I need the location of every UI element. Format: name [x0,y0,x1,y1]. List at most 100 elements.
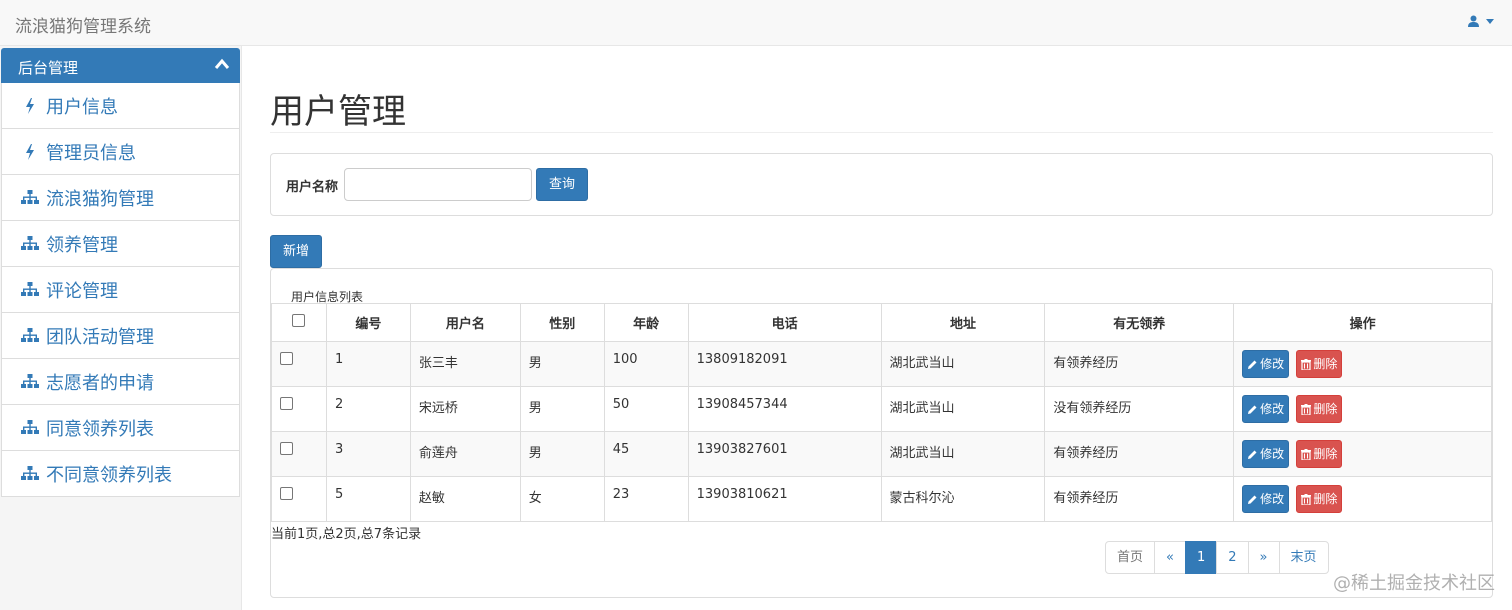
sitemap-icon [20,234,40,254]
sidebar-header-title: 后台管理 [18,59,79,77]
sitemap-icon [20,372,40,392]
select-all-cell [271,303,327,342]
sidebar-menu: 用户信息 管理员信息 流浪猫狗管理 领养管理 评论管理 团队活动管理 志愿者的申… [1,83,240,497]
sidebar-item-team-activities[interactable]: 团队活动管理 [1,313,240,359]
top-navbar: 流浪猫狗管理系统 [0,0,1512,46]
delete-button[interactable]: 删除 [1296,440,1343,468]
id-cell: 5 [325,476,411,522]
row-select-cell [271,476,327,522]
row-checkbox[interactable] [280,487,293,500]
column-header: 用户名 [409,303,521,342]
sidebar-item-volunteer-applications[interactable]: 志愿者的申请 [1,359,240,405]
edit-label: 修改 [1260,357,1285,371]
sidebar-item-user-info[interactable]: 用户信息 [1,83,240,129]
edit-button[interactable]: 修改 [1242,395,1290,423]
edit-button[interactable]: 修改 [1242,485,1290,513]
sidebar-item-label: 管理员信息 [46,142,136,164]
trash-icon [1301,493,1312,505]
gender-cell: 男 [519,431,605,477]
page-title: 用户管理 [270,92,406,132]
username-cell: 张三丰 [409,341,521,387]
sidebar-item-label: 流浪猫狗管理 [46,188,154,210]
row-checkbox[interactable] [280,442,293,455]
first-page-button[interactable]: 首页 [1105,541,1156,574]
adopt-cell: 有领养经历 [1044,341,1235,387]
edit-button[interactable]: 修改 [1242,440,1290,468]
table-row: 5 赵敏 女 23 13903810621 蒙古科尔沁 有领养经历 修改 删除 [271,476,1492,522]
caret-down-icon [1486,18,1494,24]
sidebar-item-rejected-adoptions[interactable]: 不同意领养列表 [1,451,240,497]
row-checkbox[interactable] [280,397,293,410]
watermark: @稀土掘金技术社区 [1333,573,1495,594]
column-header: 有无领养 [1044,303,1235,342]
delete-button[interactable]: 删除 [1296,395,1343,423]
search-button[interactable]: 查询 [536,168,588,201]
sitemap-icon [20,188,40,208]
age-cell: 23 [603,476,689,522]
sidebar-item-approved-adoptions[interactable]: 同意领养列表 [1,405,240,451]
pencil-icon [1248,495,1257,504]
sidebar-panel-header[interactable]: 后台管理 [1,48,240,83]
table-header-row: 编号 用户名 性别 年龄 电话 地址 有无领养 操作 [271,303,1492,342]
user-table: 编号 用户名 性别 年龄 电话 地址 有无领养 操作 1 张三丰 男 100 1… [271,303,1492,522]
sidebar-item-label: 不同意领养列表 [46,464,172,486]
sitemap-icon [20,280,40,300]
sidebar-item-label: 用户信息 [46,96,118,118]
column-header: 地址 [880,303,1046,342]
sidebar-item-adoption[interactable]: 领养管理 [1,221,240,267]
row-checkbox[interactable] [280,352,293,365]
sitemap-icon [20,326,40,346]
table-row: 3 俞莲舟 男 45 13903827601 湖北武当山 有领养经历 修改 删除 [271,431,1492,477]
row-select-cell [271,341,327,387]
pagination-summary: 当前1页,总2页,总7条记录 [271,527,422,542]
address-cell: 湖北武当山 [880,431,1046,477]
row-select-cell [271,431,327,477]
edit-button[interactable]: 修改 [1242,350,1290,378]
gender-cell: 女 [519,476,605,522]
user-menu[interactable] [1468,15,1494,27]
pencil-icon [1248,360,1257,369]
username-cell: 赵敏 [409,476,521,522]
page-2-button[interactable]: 2 [1216,541,1249,574]
column-header: 年龄 [603,303,689,342]
sidebar-item-label: 同意领养列表 [46,418,154,440]
age-cell: 100 [603,341,689,387]
last-page-button[interactable]: 末页 [1278,541,1329,574]
sidebar-item-label: 志愿者的申请 [46,372,154,394]
column-header: 操作 [1233,303,1492,342]
pencil-icon [1248,450,1257,459]
delete-label: 删除 [1313,402,1338,416]
address-cell: 湖北武当山 [880,386,1046,432]
operations-cell: 修改 删除 [1233,386,1492,432]
delete-button[interactable]: 删除 [1296,350,1343,378]
gender-cell: 男 [519,341,605,387]
user-icon [1468,15,1479,27]
sidebar-item-admin-info[interactable]: 管理员信息 [1,129,240,175]
add-button[interactable]: 新增 [270,235,322,268]
sidebar-item-stray-animals[interactable]: 流浪猫狗管理 [1,175,240,221]
age-cell: 50 [603,386,689,432]
gender-cell: 男 [519,386,605,432]
sitemap-icon [20,464,40,484]
page-1-button[interactable]: 1 [1184,541,1218,574]
phone-cell: 13903827601 [687,431,882,477]
id-cell: 1 [325,341,411,387]
username-cell: 俞莲舟 [409,431,521,477]
phone-cell: 13908457344 [687,386,882,432]
delete-button[interactable]: 删除 [1296,485,1343,513]
select-all-checkbox[interactable] [292,314,306,327]
brand-title[interactable]: 流浪猫狗管理系统 [15,12,151,37]
operations-cell: 修改 删除 [1233,431,1492,477]
chevron-up-icon [214,58,230,69]
next-page-button[interactable]: » [1247,541,1280,574]
username-cell: 宋远桥 [409,386,521,432]
delete-label: 删除 [1313,492,1338,506]
username-search-input[interactable] [344,168,532,201]
column-header: 性别 [519,303,605,342]
prev-page-button[interactable]: « [1154,541,1186,574]
sidebar-item-comments[interactable]: 评论管理 [1,267,240,313]
edit-label: 修改 [1260,402,1285,416]
edit-label: 修改 [1260,492,1285,506]
operations-cell: 修改 删除 [1233,476,1492,522]
age-cell: 45 [603,431,689,477]
